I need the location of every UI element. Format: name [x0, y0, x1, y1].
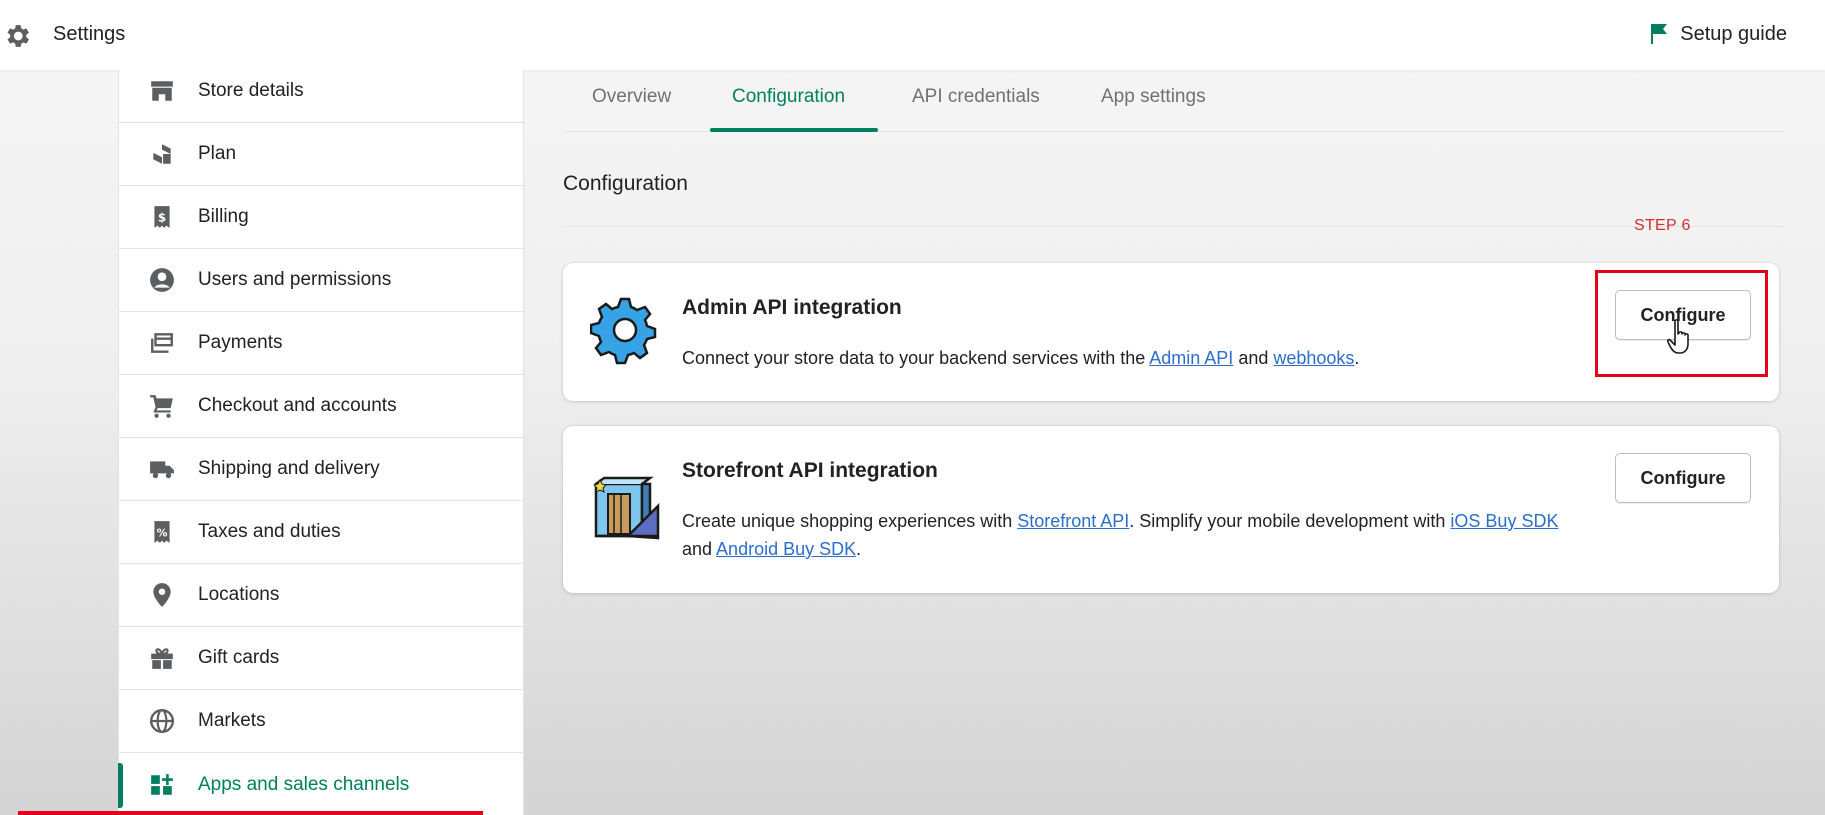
sidebar-item-markets[interactable]: Markets	[119, 690, 525, 753]
admin-api-link[interactable]: Admin API	[1149, 348, 1233, 368]
sidebar-item-locations[interactable]: Locations	[119, 564, 525, 627]
tab-overview[interactable]: Overview	[592, 86, 671, 134]
sidebar-item-shipping[interactable]: Shipping and delivery	[119, 438, 525, 501]
sidebar-item-label: Billing	[198, 206, 249, 227]
gear-icon	[590, 297, 657, 365]
tab-api-credentials[interactable]: API credentials	[912, 86, 1040, 134]
tax-icon: %	[148, 518, 176, 546]
ios-buy-sdk-link[interactable]: iOS Buy SDK	[1450, 511, 1558, 531]
sidebar-item-plan[interactable]: Plan	[119, 123, 525, 186]
sidebar-item-label: Checkout and accounts	[198, 395, 397, 416]
billing-icon: $	[148, 203, 176, 231]
desc-text: Connect your store data to your backend …	[682, 348, 1150, 368]
sidebar-item-payments[interactable]: Payments	[119, 312, 525, 375]
desc-text: .	[1354, 348, 1360, 368]
desc-text: .	[856, 539, 862, 559]
admin-api-card: Admin API integration Connect your store…	[563, 263, 1779, 401]
setup-guide-label: Setup guide	[1680, 22, 1787, 45]
card-description: Create unique shopping experiences with …	[682, 507, 1582, 563]
tab-configuration[interactable]: Configuration	[732, 86, 845, 134]
sidebar-item-label: Apps and sales channels	[198, 773, 410, 795]
sidebar-item-checkout[interactable]: Checkout and accounts	[119, 375, 525, 438]
desc-text: and	[1233, 348, 1274, 368]
card-title: Storefront API integration	[682, 459, 938, 482]
card-description: Connect your store data to your backend …	[682, 344, 1582, 372]
settings-sidebar: Store details Plan $ Billing Users and p…	[118, 70, 525, 815]
sidebar-item-label: Markets	[198, 710, 266, 731]
store-icon	[148, 77, 176, 105]
user-icon	[148, 266, 176, 294]
step-annotation: STEP 6	[1634, 217, 1691, 234]
sidebar-item-label: Payments	[198, 332, 283, 353]
sidebar-item-users[interactable]: Users and permissions	[119, 249, 525, 312]
sidebar-item-label: Plan	[198, 143, 237, 164]
location-pin-icon	[148, 581, 176, 609]
globe-icon	[148, 707, 176, 735]
svg-text:$: $	[158, 210, 166, 224]
apps-icon	[148, 771, 176, 799]
gear-icon[interactable]	[2, 21, 32, 51]
android-buy-sdk-link[interactable]: Android Buy SDK	[716, 539, 856, 559]
payments-icon	[148, 329, 176, 357]
sidebar-item-label: Taxes and duties	[198, 521, 341, 542]
storefront-api-link[interactable]: Storefront API	[1017, 511, 1129, 531]
flag-icon	[1651, 24, 1668, 44]
gift-icon	[148, 644, 176, 672]
webhooks-link[interactable]: webhooks	[1273, 348, 1354, 368]
sidebar-item-label: Shipping and delivery	[198, 458, 380, 479]
sidebar-item-taxes[interactable]: % Taxes and duties	[119, 501, 525, 564]
hand-cursor-icon	[1666, 319, 1689, 354]
setup-guide-button[interactable]: Setup guide	[1648, 22, 1787, 46]
desc-text: . Simplify your mobile development with	[1129, 511, 1451, 531]
section-title: Configuration	[563, 172, 688, 195]
sidebar-item-billing[interactable]: $ Billing	[119, 186, 525, 249]
divider	[563, 226, 1783, 227]
storefront-configure-button[interactable]: Configure	[1615, 453, 1751, 503]
plan-icon	[148, 140, 176, 168]
card-title: Admin API integration	[682, 296, 902, 319]
desc-text: Create unique shopping experiences with	[682, 511, 1018, 531]
desc-text: and	[682, 539, 717, 559]
tab-bar: Overview Configuration API credentials A…	[563, 70, 1783, 132]
storefront-api-card: Storefront API integration Create unique…	[563, 426, 1779, 593]
active-tab-indicator	[710, 128, 878, 132]
sidebar-item-apps[interactable]: Apps and sales channels	[118, 753, 525, 815]
sidebar-item-gift-cards[interactable]: Gift cards	[119, 627, 525, 690]
sidebar-item-label: Store details	[198, 80, 304, 101]
cart-icon	[148, 392, 176, 420]
sidebar-item-store-details[interactable]: Store details	[119, 60, 525, 123]
sidebar-item-label: Locations	[198, 584, 280, 605]
sidebar-item-label: Users and permissions	[198, 269, 392, 290]
page-title: Settings	[53, 23, 126, 45]
truck-icon	[148, 455, 176, 483]
tab-app-settings[interactable]: App settings	[1101, 86, 1206, 134]
sidebar-item-label: Gift cards	[198, 647, 280, 668]
storefront-icon	[593, 476, 660, 540]
progress-line	[18, 811, 483, 815]
svg-text:%: %	[157, 526, 168, 539]
